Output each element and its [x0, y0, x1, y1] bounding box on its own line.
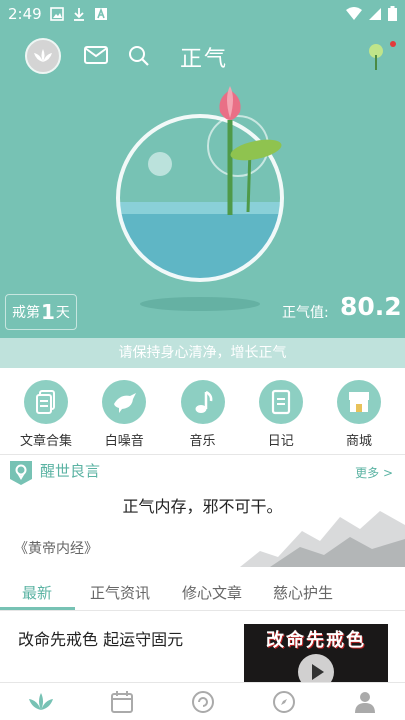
music-note-icon — [180, 380, 225, 424]
shortcut-articles[interactable]: 文章合集 — [14, 370, 78, 452]
article-title: 改命先戒色 起运守固元 — [18, 630, 184, 649]
bird-icon — [102, 380, 147, 424]
lotus-bowl-illustration[interactable] — [100, 80, 300, 330]
shortcut-label: 文章合集 — [19, 434, 72, 449]
tab-self-cultivation-articles[interactable]: 修心文章 — [182, 582, 242, 603]
day-counter-prefix: 戒第 — [12, 305, 40, 321]
page-title: 正气 — [180, 47, 229, 72]
shortcut-label: 商城 — [345, 434, 372, 449]
nav-profile[interactable] — [345, 684, 385, 720]
quote-text: 正气内存，邪不可干。 — [122, 497, 283, 516]
shortcut-row: 文章合集 白噪音 音乐 日记 商城 — [0, 370, 405, 452]
avatar[interactable] — [25, 38, 61, 74]
shortcut-label: 音乐 — [189, 434, 216, 449]
thumbnail-caption: 改命先戒色 — [266, 630, 366, 651]
shortcut-white-noise[interactable]: 白噪音 — [92, 370, 156, 452]
content-tabs: 最新 正气资讯 修心文章 慈心护生 — [0, 573, 405, 611]
tab-zhengqi-news[interactable]: 正气资讯 — [90, 582, 150, 603]
active-tab-indicator — [0, 607, 75, 610]
image-notification-icon — [50, 6, 64, 21]
nav-home[interactable] — [21, 684, 61, 720]
download-notification-icon — [72, 6, 86, 21]
location-pin-icon — [10, 461, 32, 485]
quote-section-title: 醒世良言 — [40, 462, 101, 480]
shortcut-diary[interactable]: 日记 — [249, 370, 313, 452]
app-notification-icon — [94, 6, 108, 20]
zhengqi-label: 正气值: — [282, 305, 329, 321]
day-counter-suffix: 天 — [55, 305, 70, 321]
quote-source: 《黄帝内经》 — [14, 541, 98, 557]
zhengqi-value: 80.2 — [340, 292, 402, 321]
lotus-avatar-icon — [34, 49, 52, 62]
quote-more-link[interactable]: 更多 > — [355, 464, 393, 481]
shortcut-label: 日记 — [267, 434, 294, 449]
shortcut-music[interactable]: 音乐 — [171, 370, 235, 452]
status-notification-icons — [50, 6, 108, 21]
plant-icon[interactable] — [366, 41, 386, 71]
nav-discover[interactable] — [264, 684, 304, 720]
person-icon — [354, 691, 375, 713]
tab-latest[interactable]: 最新 — [22, 582, 52, 603]
diary-icon — [258, 380, 303, 424]
nav-refresh[interactable] — [183, 684, 223, 720]
store-icon — [337, 380, 381, 424]
motto-banner: 请保持身心清净，增长正气 — [0, 338, 405, 368]
app-bar: 正气 — [0, 28, 405, 84]
nav-calendar[interactable] — [102, 684, 142, 720]
compass-icon — [272, 690, 295, 713]
search-icon[interactable] — [128, 45, 150, 67]
bottom-navigation — [0, 682, 405, 720]
status-system-icons — [346, 6, 397, 21]
shortcut-label: 白噪音 — [104, 434, 144, 449]
notification-dot — [390, 41, 396, 47]
status-bar: 2:49 — [0, 0, 405, 28]
battery-icon — [388, 6, 397, 21]
wifi-icon — [346, 6, 362, 20]
day-counter-number: 1 — [41, 300, 55, 324]
documents-icon — [24, 380, 68, 424]
abstinence-day-counter: 戒第 1 天 — [5, 294, 77, 330]
tab-compassion-protect-life[interactable]: 慈心护生 — [273, 582, 333, 603]
mail-icon[interactable] — [84, 46, 108, 64]
lotus-icon — [28, 692, 53, 710]
refresh-circle-icon — [191, 690, 214, 713]
shortcut-store[interactable]: 商城 — [327, 370, 391, 452]
quote-card[interactable]: 醒世良言 更多 > 正气内存，邪不可干。 《黄帝内经》 — [0, 455, 405, 567]
calendar-icon — [110, 690, 133, 713]
status-time: 2:49 — [8, 5, 42, 23]
signal-icon — [369, 7, 381, 20]
list-item[interactable]: 改命先戒色 起运守固元 改命先戒色 — [0, 612, 405, 696]
